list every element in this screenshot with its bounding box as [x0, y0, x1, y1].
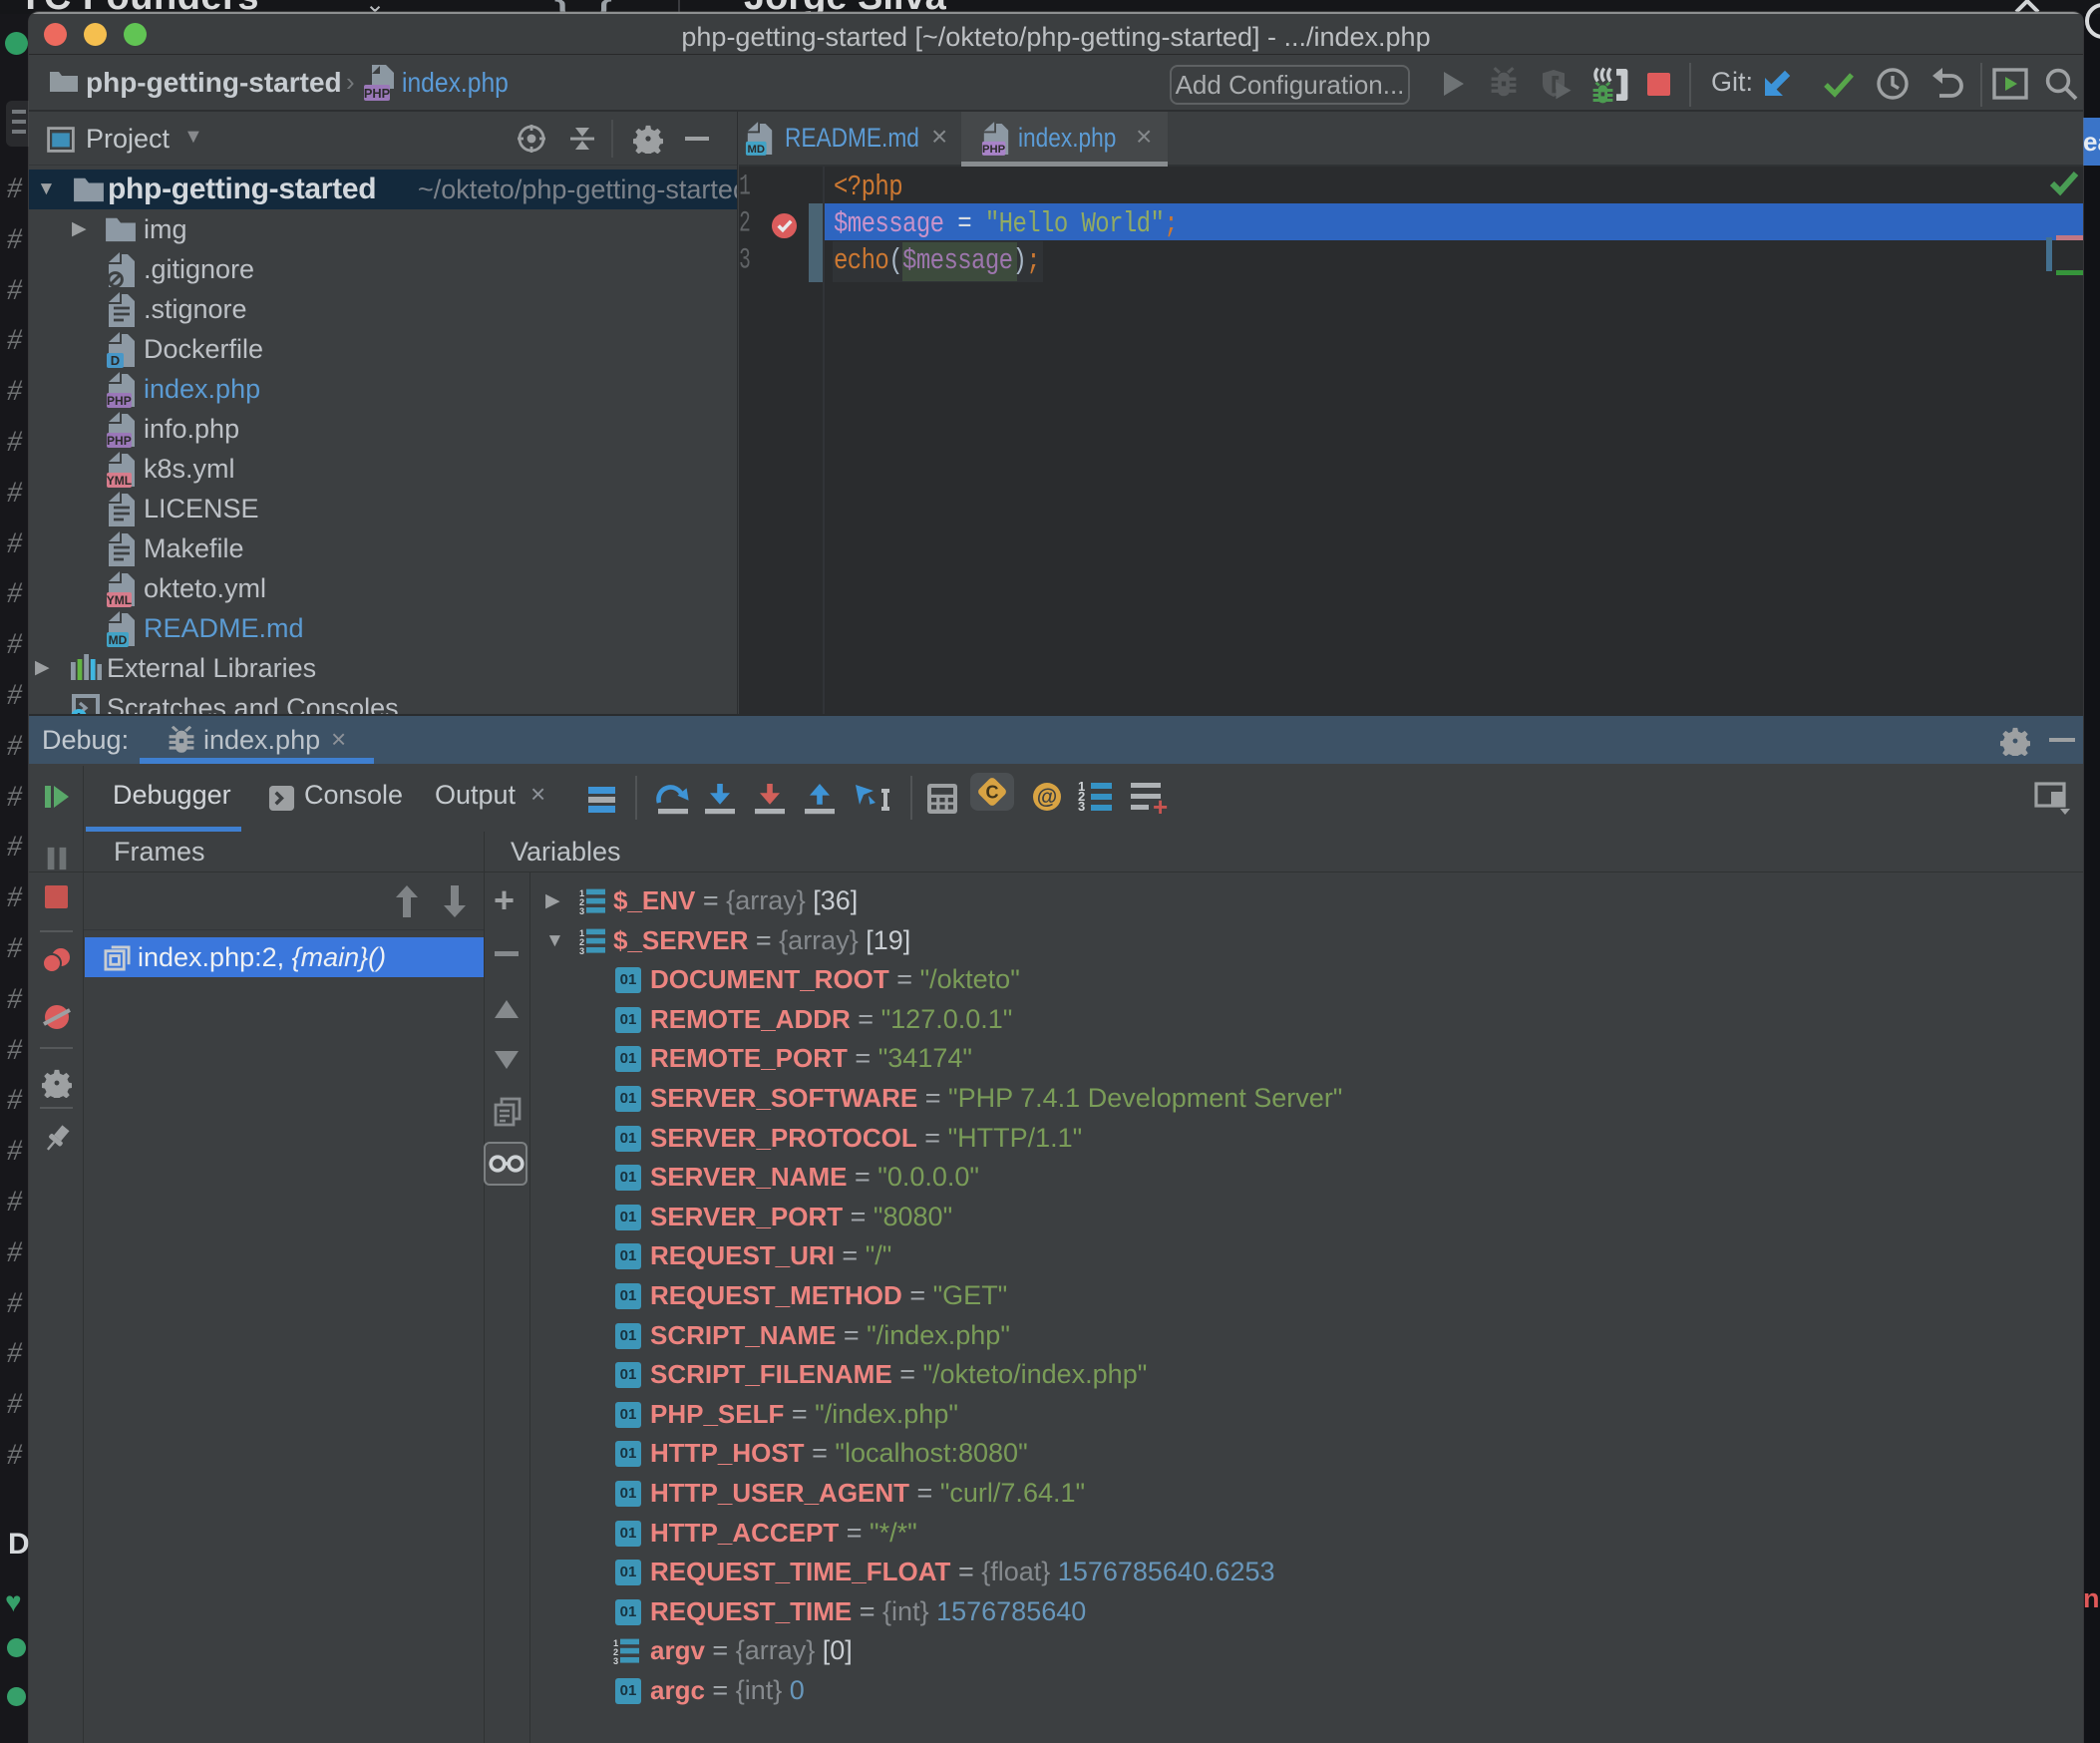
- svg-text:YML: YML: [107, 474, 132, 488]
- svg-text:MD: MD: [109, 633, 128, 647]
- svg-text:PHP: PHP: [107, 434, 132, 448]
- svg-text:3: 3: [579, 946, 584, 955]
- svg-text:D: D: [111, 353, 120, 368]
- svg-text:PHP: PHP: [364, 86, 391, 101]
- svg-text:3: 3: [613, 1657, 618, 1666]
- svg-text:PHP: PHP: [982, 144, 1006, 156]
- svg-text:MD: MD: [748, 144, 766, 156]
- svg-text:PHP: PHP: [107, 394, 132, 408]
- svg-text:YML: YML: [107, 593, 132, 607]
- svg-text:3: 3: [579, 906, 584, 915]
